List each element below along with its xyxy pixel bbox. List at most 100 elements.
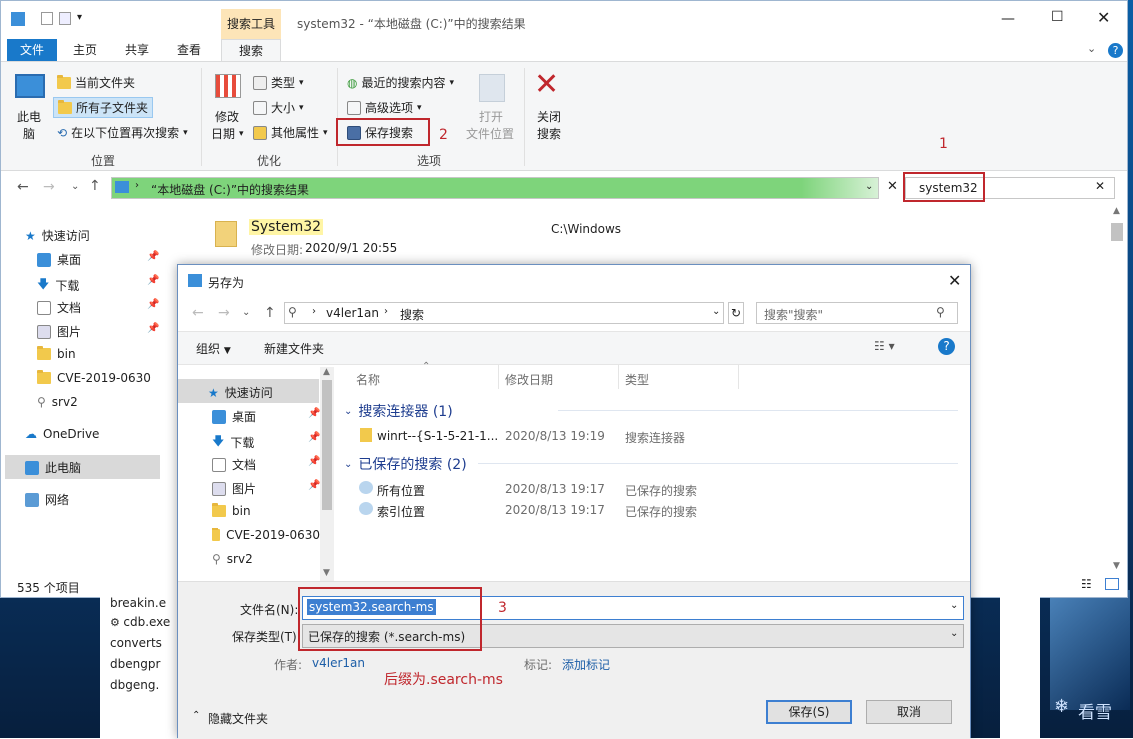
author-value[interactable]: v4ler1an <box>312 656 365 670</box>
recent-locations-icon[interactable]: ⌄ <box>242 307 250 318</box>
file-name[interactable]: 所有位置 <box>377 482 425 499</box>
group-header-saved-searches[interactable]: ⌄ 已保存的搜索 (2) <box>344 454 467 474</box>
maximize-button[interactable]: ☐ <box>1051 9 1064 25</box>
chevron-down-icon[interactable]: ⌄ <box>950 628 958 639</box>
dlg-nav-downloads[interactable]: 🡇 下载 <box>212 432 254 453</box>
tab-view[interactable]: 查看 <box>167 39 211 61</box>
chevron-down-icon[interactable]: ⌄ <box>950 600 958 611</box>
other-properties-button[interactable]: 其他属性 ▾ <box>253 124 328 141</box>
dlg-nav-srv2[interactable]: ⚲ srv2 <box>212 552 253 566</box>
pin-icon[interactable]: 📌 <box>147 323 159 334</box>
pin-icon[interactable]: 📌 <box>308 408 320 419</box>
nav-desktop[interactable]: 桌面 <box>37 251 81 268</box>
size-button[interactable]: 大小 ▾ <box>253 99 304 116</box>
scroll-up-icon[interactable]: ▲ <box>1113 206 1120 216</box>
search-again-button[interactable]: ⟲ 在以下位置再次搜索 ▾ <box>57 124 188 141</box>
tab-file[interactable]: 文件 <box>7 39 57 61</box>
dialog-close-button[interactable]: ✕ <box>948 271 961 290</box>
scroll-down-icon[interactable]: ▼ <box>1113 561 1120 571</box>
organize-button[interactable]: 组织 ▼ <box>196 340 231 357</box>
nav-srv2[interactable]: ⚲ srv2 <box>37 395 78 409</box>
nav-quick-access[interactable]: ★ 快速访问 <box>25 227 90 244</box>
minimize-button[interactable]: — <box>1001 11 1015 27</box>
nav-network[interactable]: 网络 <box>25 491 69 508</box>
customize-dropdown-icon[interactable]: ▾ <box>77 12 87 26</box>
column-name[interactable]: 名称 <box>356 371 380 388</box>
this-pc-label-2[interactable]: 脑 <box>23 125 35 142</box>
this-pc-label-1[interactable]: 此电 <box>17 108 41 125</box>
pin-icon[interactable]: 📌 <box>308 432 320 443</box>
view-options-icon[interactable]: ☷ ▾ <box>874 339 895 353</box>
scrollbar-thumb[interactable] <box>1111 223 1123 241</box>
date-modified-label-1[interactable]: 修改 <box>215 108 239 125</box>
dlg-nav-documents[interactable]: 文档 <box>212 456 256 473</box>
close-search-icon[interactable]: ✕ <box>534 70 559 100</box>
close-search-label-1[interactable]: 关闭 <box>537 108 561 125</box>
details-view-icon[interactable]: ☷ <box>1081 577 1092 591</box>
file-name[interactable]: winrt--{S-1-5-21-1... <box>377 429 498 443</box>
file-name[interactable]: 索引位置 <box>377 503 425 520</box>
tab-home[interactable]: 主页 <box>63 39 107 61</box>
large-icons-view-icon[interactable] <box>1105 578 1119 590</box>
pin-icon[interactable]: 📌 <box>308 456 320 467</box>
pin-icon[interactable]: 📌 <box>147 299 159 310</box>
group-header-connectors[interactable]: ⌄ 搜索连接器 (1) <box>344 401 453 421</box>
address-dropdown-icon[interactable]: ⌄ <box>865 181 873 192</box>
breadcrumb-user[interactable]: v4ler1an <box>326 306 379 320</box>
column-type[interactable]: 类型 <box>625 371 649 388</box>
back-arrow-icon[interactable]: ← <box>192 305 204 321</box>
properties-icon[interactable] <box>41 12 53 25</box>
help-icon[interactable]: ? <box>1108 43 1123 58</box>
chevron-up-icon[interactable]: ⌃ <box>192 710 200 721</box>
pin-icon[interactable]: 📌 <box>308 480 320 491</box>
nav-onedrive[interactable]: ☁ OneDrive <box>25 427 99 441</box>
breadcrumb-search[interactable]: 搜索 <box>400 306 424 323</box>
tab-search[interactable]: 搜索 <box>221 39 281 61</box>
nav-pictures[interactable]: 图片 <box>37 323 81 340</box>
pin-icon[interactable]: 📌 <box>147 251 159 262</box>
scroll-up-icon[interactable]: ▲ <box>323 367 330 377</box>
dlg-nav-pictures[interactable]: 图片 <box>212 480 256 497</box>
nav-cve[interactable]: CVE-2019-0630 <box>37 370 151 385</box>
result-name[interactable]: System32 <box>249 219 324 235</box>
current-folder-button[interactable]: 当前文件夹 <box>57 74 135 91</box>
recent-searches-button[interactable]: ◍ 最近的搜索内容 ▾ <box>347 74 454 91</box>
dlg-nav-bin[interactable]: bin <box>212 503 251 518</box>
new-folder-icon[interactable] <box>59 12 71 25</box>
up-arrow-icon[interactable]: ↑ <box>89 178 101 194</box>
nav-downloads[interactable]: 🡇 下载 <box>37 275 79 296</box>
address-dropdown-icon[interactable]: ⌄ <box>712 306 720 317</box>
recent-locations-icon[interactable]: ⌄ <box>71 181 79 192</box>
nav-bin[interactable]: bin <box>37 346 76 361</box>
nav-documents[interactable]: 文档 <box>37 299 81 316</box>
refresh-icon[interactable]: ↻ <box>728 302 744 324</box>
close-window-button[interactable]: ✕ <box>1097 8 1110 27</box>
calendar-icon[interactable] <box>215 74 241 98</box>
forward-arrow-icon[interactable]: → <box>43 179 55 195</box>
back-arrow-icon[interactable]: ← <box>17 179 29 195</box>
new-folder-button[interactable]: 新建文件夹 <box>264 340 324 357</box>
clear-search-icon[interactable]: ✕ <box>1095 179 1105 193</box>
type-button[interactable]: 类型 ▾ <box>253 74 304 91</box>
up-arrow-icon[interactable]: ↑ <box>264 305 276 321</box>
ribbon-expand-icon[interactable]: ⌄ <box>1087 42 1096 55</box>
pin-icon[interactable]: 📌 <box>147 275 159 286</box>
tab-share[interactable]: 共享 <box>115 39 159 61</box>
dlg-nav-cve[interactable]: CVE-2019-0630 <box>212 528 320 542</box>
column-date[interactable]: 修改日期 <box>505 371 553 388</box>
hide-folders-toggle[interactable]: 隐藏文件夹 <box>208 710 268 727</box>
help-icon[interactable]: ? <box>938 338 955 355</box>
advanced-options-button[interactable]: 高级选项 ▾ <box>347 99 422 116</box>
tags-value[interactable]: 添加标记 <box>562 656 610 673</box>
cancel-button[interactable]: 取消 <box>866 700 952 724</box>
close-search-label-2[interactable]: 搜索 <box>537 125 561 142</box>
nav-this-pc[interactable]: 此电脑 <box>25 459 81 476</box>
forward-arrow-icon[interactable]: → <box>218 305 230 321</box>
scroll-down-icon[interactable]: ▼ <box>323 568 330 578</box>
dlg-nav-quick-access[interactable]: ★ 快速访问 <box>208 384 273 401</box>
scrollbar-thumb[interactable] <box>322 380 332 510</box>
date-modified-label-2[interactable]: 日期 ▾ <box>211 125 244 142</box>
all-subfolders-button[interactable]: 所有子文件夹 <box>53 97 154 118</box>
stop-search-icon[interactable]: ✕ <box>887 179 898 194</box>
this-pc-icon[interactable] <box>15 74 45 98</box>
